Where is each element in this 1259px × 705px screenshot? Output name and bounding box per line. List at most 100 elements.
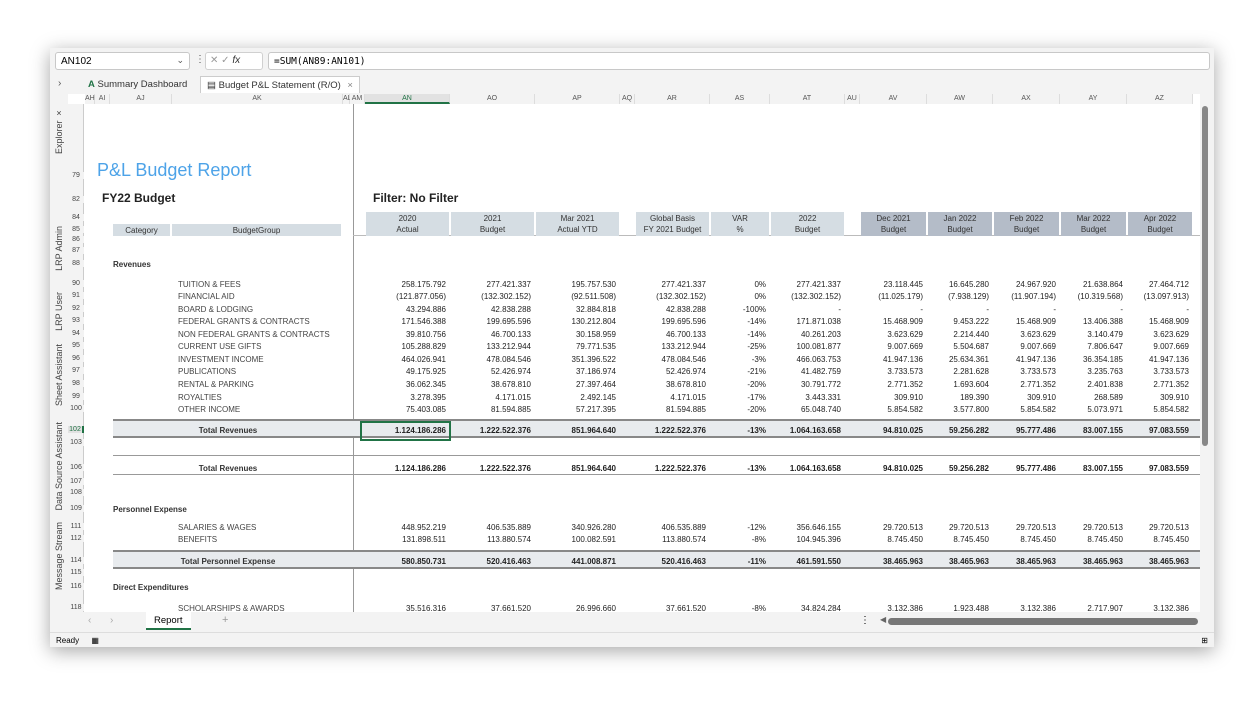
- row-number[interactable]: 99: [68, 393, 84, 400]
- value-cell: 309.910: [1027, 393, 1056, 402]
- value-cell: -: [920, 305, 923, 314]
- status-bar: Ready ▦ ⊞: [50, 632, 1214, 647]
- vertical-scroll-thumb[interactable]: [1202, 106, 1208, 446]
- row-number[interactable]: 86: [68, 236, 84, 243]
- value-cell: 131.898.511: [402, 535, 446, 544]
- scroll-left-icon[interactable]: ◀: [880, 615, 886, 624]
- column-header-au[interactable]: AU: [845, 94, 860, 104]
- side-tab-explorer[interactable]: Explorer ×: [54, 108, 64, 154]
- fx-icon[interactable]: fx: [232, 55, 240, 66]
- value-cell: -100%: [742, 305, 766, 314]
- column-header-ai[interactable]: AI: [95, 94, 110, 104]
- row-number[interactable]: 95: [68, 342, 84, 349]
- vertical-scrollbar[interactable]: [1200, 94, 1210, 612]
- row-number[interactable]: 114: [68, 557, 84, 564]
- row-number[interactable]: 79: [68, 172, 84, 179]
- header-line: Budget: [1013, 225, 1040, 234]
- selected-cell[interactable]: 1.124.186.286: [360, 421, 451, 441]
- value-cell: 43.294.886: [405, 305, 446, 314]
- value-cell: -: [1120, 305, 1123, 314]
- column-header-ah[interactable]: AH: [85, 94, 95, 104]
- value-cell: 3.623.629: [1153, 330, 1189, 339]
- row-number[interactable]: 116: [68, 583, 84, 590]
- row-number[interactable]: 102: [68, 426, 84, 433]
- value-cell: 27.397.464: [575, 380, 616, 389]
- value-cell: 1.222.522.376: [654, 426, 706, 435]
- row-number[interactable]: 94: [68, 330, 84, 337]
- add-sheet-button[interactable]: +: [222, 614, 228, 626]
- macro-record-icon[interactable]: ▦: [91, 636, 99, 645]
- column-header-as[interactable]: AS: [710, 94, 770, 104]
- row-number[interactable]: 118: [68, 604, 84, 611]
- row-number[interactable]: 109: [68, 505, 84, 512]
- value-cell: 100.082.591: [571, 535, 617, 544]
- value-cell: 15.468.909: [882, 317, 923, 326]
- row-number[interactable]: 112: [68, 535, 84, 542]
- column-header-ay[interactable]: AY: [1060, 94, 1127, 104]
- row-number[interactable]: 100: [68, 405, 84, 412]
- side-tab-sheet-assistant[interactable]: Sheet Assistant: [54, 344, 64, 406]
- row-number[interactable]: 82: [68, 196, 84, 203]
- side-tab-lrp-admin[interactable]: LRP Admin: [54, 226, 64, 271]
- column-header-ar[interactable]: AR: [635, 94, 710, 104]
- row-number[interactable]: 90: [68, 280, 84, 287]
- value-cell: 83.007.155: [1082, 426, 1123, 435]
- column-header-ap[interactable]: AP: [535, 94, 620, 104]
- row-number[interactable]: 108: [68, 489, 84, 496]
- row-number[interactable]: 111: [68, 523, 84, 530]
- row-number[interactable]: 106: [68, 464, 84, 471]
- value-cell: 30.791.772: [800, 380, 841, 389]
- column-header-am[interactable]: AM: [350, 94, 365, 104]
- column-header-at[interactable]: AT: [770, 94, 845, 104]
- row-number[interactable]: 103: [68, 439, 84, 446]
- column-header-ak[interactable]: AK: [172, 94, 343, 104]
- horizontal-scrollbar[interactable]: [888, 618, 1198, 625]
- formula-input[interactable]: =SUM(AN89:AN101): [268, 52, 1210, 70]
- prev-sheet-icon[interactable]: ‹: [88, 615, 91, 626]
- column-header-az[interactable]: AZ: [1127, 94, 1193, 104]
- column-header-an[interactable]: AN: [365, 94, 450, 104]
- row-number[interactable]: 115: [68, 569, 84, 576]
- column-header-ao[interactable]: AO: [450, 94, 535, 104]
- value-cell: 57.217.395: [575, 405, 616, 414]
- row-number[interactable]: 88: [68, 260, 84, 267]
- cancel-icon[interactable]: ✕: [210, 55, 218, 66]
- value-cell: 2.771.352: [1020, 380, 1056, 389]
- row-number[interactable]: 93: [68, 317, 84, 324]
- side-tab-data-source-assistant[interactable]: Data Source Assistant: [54, 422, 64, 511]
- value-cell: (7.938.129): [948, 292, 989, 301]
- column-header-aw[interactable]: AW: [927, 94, 993, 104]
- tab-summary-dashboard[interactable]: A Summary Dashboard: [82, 76, 193, 93]
- next-sheet-icon[interactable]: ›: [110, 615, 113, 626]
- expand-panel-icon[interactable]: ›: [58, 78, 61, 89]
- chevron-down-icon[interactable]: ⌄: [176, 55, 184, 66]
- side-tab-message-stream[interactable]: Message Stream: [54, 522, 64, 590]
- sheet-tab-bar: ‹ › Report + ⋮ ◀: [50, 612, 1214, 632]
- column-header-aq[interactable]: AQ: [620, 94, 635, 104]
- name-box[interactable]: AN102 ⌄: [55, 52, 190, 70]
- more-icon[interactable]: ⋮: [195, 54, 205, 65]
- more-icon[interactable]: ⋮: [860, 615, 870, 626]
- value-cell: 24.967.920: [1015, 280, 1056, 289]
- value-cell: 27.464.712: [1148, 280, 1189, 289]
- row-number[interactable]: 98: [68, 380, 84, 387]
- row-number[interactable]: 107: [68, 478, 84, 485]
- column-header-aj[interactable]: AJ: [110, 94, 172, 104]
- row-number[interactable]: 97: [68, 367, 84, 374]
- row-number[interactable]: 84: [68, 214, 84, 221]
- row-number[interactable]: 91: [68, 292, 84, 299]
- side-tab-lrp-user[interactable]: LRP User: [54, 292, 64, 331]
- row-number[interactable]: 92: [68, 305, 84, 312]
- column-header-ax[interactable]: AX: [993, 94, 1060, 104]
- normal-view-icon[interactable]: ⊞: [1201, 636, 1208, 645]
- worksheet-grid[interactable]: P&L Budget Report FY22 Budget Filter: No…: [68, 94, 1210, 612]
- row-number[interactable]: 87: [68, 247, 84, 254]
- row-number[interactable]: 96: [68, 355, 84, 362]
- tab-budget-pl-statement[interactable]: ▤ Budget P&L Statement (R/O) ×: [200, 76, 360, 93]
- column-header-al[interactable]: AL: [343, 94, 352, 104]
- row-number[interactable]: 85: [68, 226, 84, 233]
- confirm-icon[interactable]: ✓: [221, 55, 229, 66]
- close-icon[interactable]: ×: [347, 80, 353, 91]
- sheet-tab-report[interactable]: Report: [146, 612, 191, 630]
- column-header-av[interactable]: AV: [860, 94, 927, 104]
